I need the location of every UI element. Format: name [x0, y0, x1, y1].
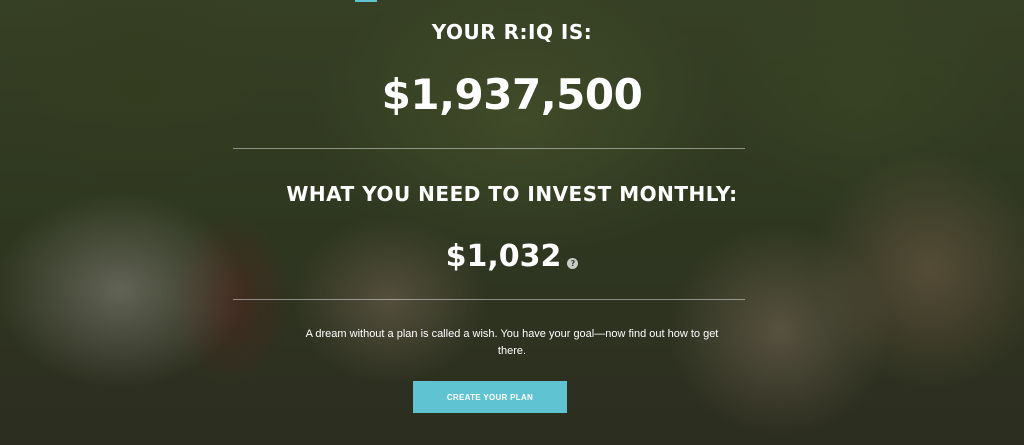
riq-label: YOUR R:IQ IS:	[431, 20, 593, 44]
monthly-investment-label: WHAT YOU NEED TO INVEST MONTHLY:	[286, 182, 738, 206]
monthly-investment-row: $1,032?	[0, 238, 1024, 274]
hero-background: YOUR R:IQ IS: $1,937,500 WHAT YOU NEED T…	[0, 0, 1024, 445]
monthly-investment-amount: $1,032	[445, 239, 562, 274]
riq-amount: $1,937,500	[381, 70, 643, 119]
results-panel: YOUR R:IQ IS: $1,937,500 WHAT YOU NEED T…	[0, 0, 1024, 445]
question-circle-icon[interactable]: ?	[567, 258, 579, 269]
divider-top	[233, 148, 745, 149]
divider-bottom	[233, 299, 745, 300]
create-your-plan-button[interactable]: CREATE YOUR PLAN	[413, 381, 567, 413]
tagline-text: A dream without a plan is called a wish.…	[305, 328, 719, 357]
